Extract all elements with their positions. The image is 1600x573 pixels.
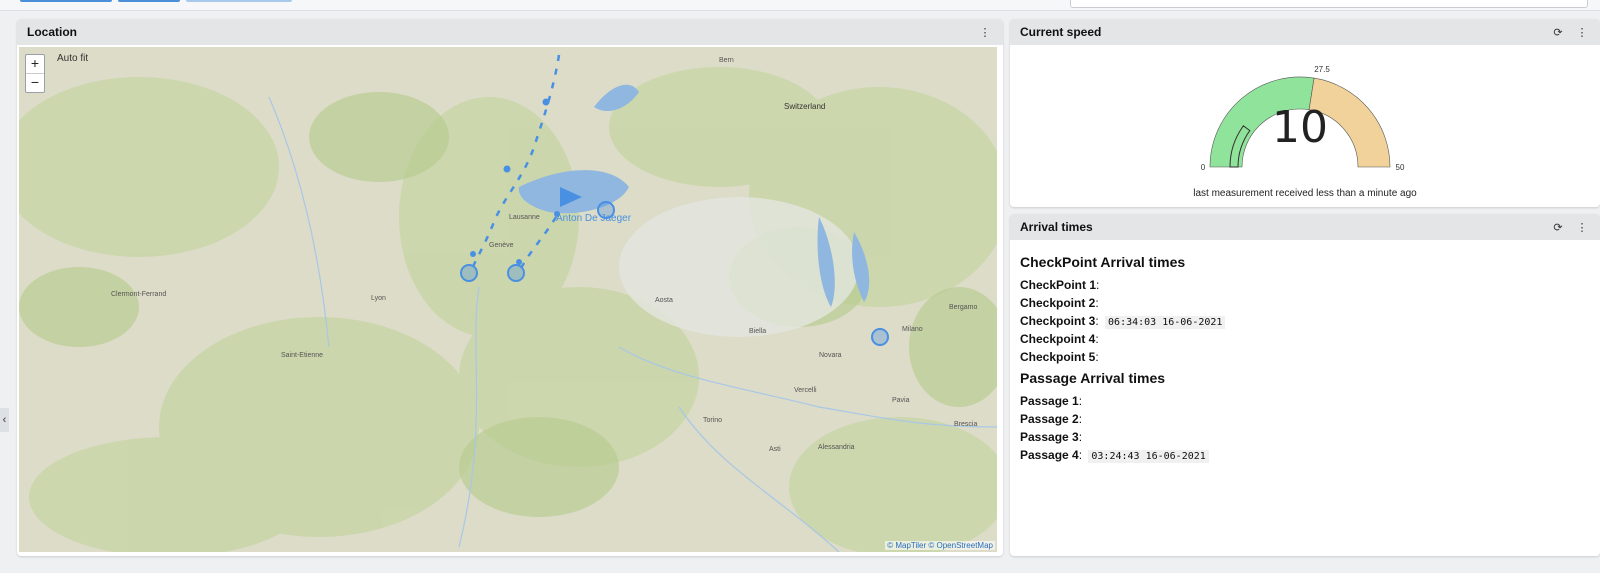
refresh-icon[interactable]: ⟳ bbox=[1550, 219, 1566, 235]
map-label: Biella bbox=[749, 328, 766, 335]
search-input[interactable] bbox=[1070, 0, 1588, 8]
passage-heading: Passage Arrival times bbox=[1020, 370, 1166, 386]
map-label: Brescia bbox=[954, 421, 977, 428]
map[interactable]: Switzerland Lyon Milano Novara Torino Sa… bbox=[19, 47, 997, 552]
map-label: Switzerland bbox=[784, 102, 825, 111]
current-speed-panel: Current speed ⟳ ⋮ 10 0 27.5 50 last meas… bbox=[1010, 19, 1600, 207]
panel-title: Location bbox=[27, 25, 77, 39]
map-attribution[interactable]: © MapTiler © OpenStreetMap bbox=[885, 541, 995, 550]
passage-row: Passage 2: bbox=[1020, 412, 1083, 426]
passage-row: Passage 4: 03:24:43 16-06-2021 bbox=[1020, 446, 1590, 464]
checkpoint-row: Checkpoint 3: 06:34:03 16-06-2021 bbox=[1020, 312, 1590, 330]
checkpoint-marker bbox=[460, 264, 478, 282]
panel-title: Arrival times bbox=[1020, 220, 1093, 234]
map-label: Clermont-Ferrand bbox=[111, 291, 166, 298]
arrival-content: CheckPoint Arrival times CheckPoint 1: C… bbox=[1010, 240, 1600, 474]
gauge-svg: 10 0 27.5 50 bbox=[1201, 65, 1405, 172]
location-panel: Location ⋮ Switzerland Lyon Milano Novar… bbox=[17, 19, 1003, 556]
gauge-max-label: 50 bbox=[1396, 163, 1405, 172]
more-vert-icon[interactable]: ⋮ bbox=[1574, 219, 1590, 235]
map-label: Vercelli bbox=[794, 387, 817, 394]
map-canvas[interactable]: Switzerland Lyon Milano Novara Torino Sa… bbox=[19, 47, 997, 552]
checkpoint-row: Checkpoint 5: bbox=[1020, 350, 1099, 364]
passage-row: Passage 3: bbox=[1020, 430, 1083, 444]
zoom-in-button[interactable]: + bbox=[26, 55, 44, 73]
checkpoint-marker bbox=[871, 328, 889, 346]
sidebar-toggle-button[interactable]: ‹ bbox=[0, 408, 9, 432]
toolbar-button[interactable] bbox=[20, 0, 112, 2]
zoom-control: + − bbox=[25, 54, 45, 93]
map-label: Novara bbox=[819, 352, 842, 359]
arrival-times-panel: Arrival times ⟳ ⋮ CheckPoint Arrival tim… bbox=[1010, 214, 1600, 556]
checkpoint-row: CheckPoint 1: bbox=[1020, 278, 1100, 292]
speed-panel-header: Current speed ⟳ ⋮ bbox=[1010, 19, 1600, 45]
more-vert-icon[interactable]: ⋮ bbox=[977, 24, 993, 40]
map-label: Saint-Etienne bbox=[281, 352, 323, 359]
map-label: Torino bbox=[703, 417, 722, 424]
toolbar-button[interactable] bbox=[186, 0, 292, 2]
map-label: Lyon bbox=[371, 295, 386, 302]
toolbar-button[interactable] bbox=[118, 0, 180, 2]
map-label: Alessandria bbox=[818, 444, 855, 451]
map-label: Milano bbox=[902, 326, 923, 333]
refresh-icon[interactable]: ⟳ bbox=[1550, 24, 1566, 40]
gauge-mid-label: 27.5 bbox=[1314, 65, 1330, 74]
speed-caption: last measurement received less than a mi… bbox=[1193, 188, 1417, 199]
more-vert-icon[interactable]: ⋮ bbox=[1574, 24, 1590, 40]
checkpoint-row: Checkpoint 4: bbox=[1020, 332, 1099, 346]
panel-title: Current speed bbox=[1020, 25, 1102, 39]
arrival-panel-header: Arrival times ⟳ ⋮ bbox=[1010, 214, 1600, 240]
checkpoint-row: Checkpoint 2: bbox=[1020, 296, 1099, 310]
checkpoint-heading: CheckPoint Arrival times bbox=[1020, 254, 1186, 270]
arrival-time: 06:34:03 16-06-2021 bbox=[1105, 316, 1226, 329]
gauge-min-label: 0 bbox=[1201, 163, 1206, 172]
map-label: Bern bbox=[719, 57, 734, 64]
zoom-out-button[interactable]: − bbox=[26, 73, 44, 92]
map-label: Genève bbox=[489, 242, 514, 249]
auto-fit-toggle[interactable]: Auto fit bbox=[57, 53, 88, 64]
checkpoint-marker bbox=[507, 264, 525, 282]
map-label: Lausanne bbox=[509, 214, 540, 221]
map-label: Asti bbox=[769, 446, 781, 453]
map-label: Bergamo bbox=[949, 304, 978, 311]
location-panel-header: Location ⋮ bbox=[17, 19, 1003, 45]
speed-value: 10 bbox=[1272, 102, 1328, 153]
map-label: Pavia bbox=[892, 397, 910, 404]
speed-gauge: 10 0 27.5 50 last measurement received l… bbox=[1010, 45, 1600, 207]
rider-label: Anton De Jaeger bbox=[556, 213, 632, 224]
arrival-time: 03:24:43 16-06-2021 bbox=[1088, 450, 1209, 463]
passage-row: Passage 1: bbox=[1020, 394, 1083, 408]
map-label: Aosta bbox=[655, 297, 673, 304]
top-toolbar bbox=[0, 0, 1600, 11]
